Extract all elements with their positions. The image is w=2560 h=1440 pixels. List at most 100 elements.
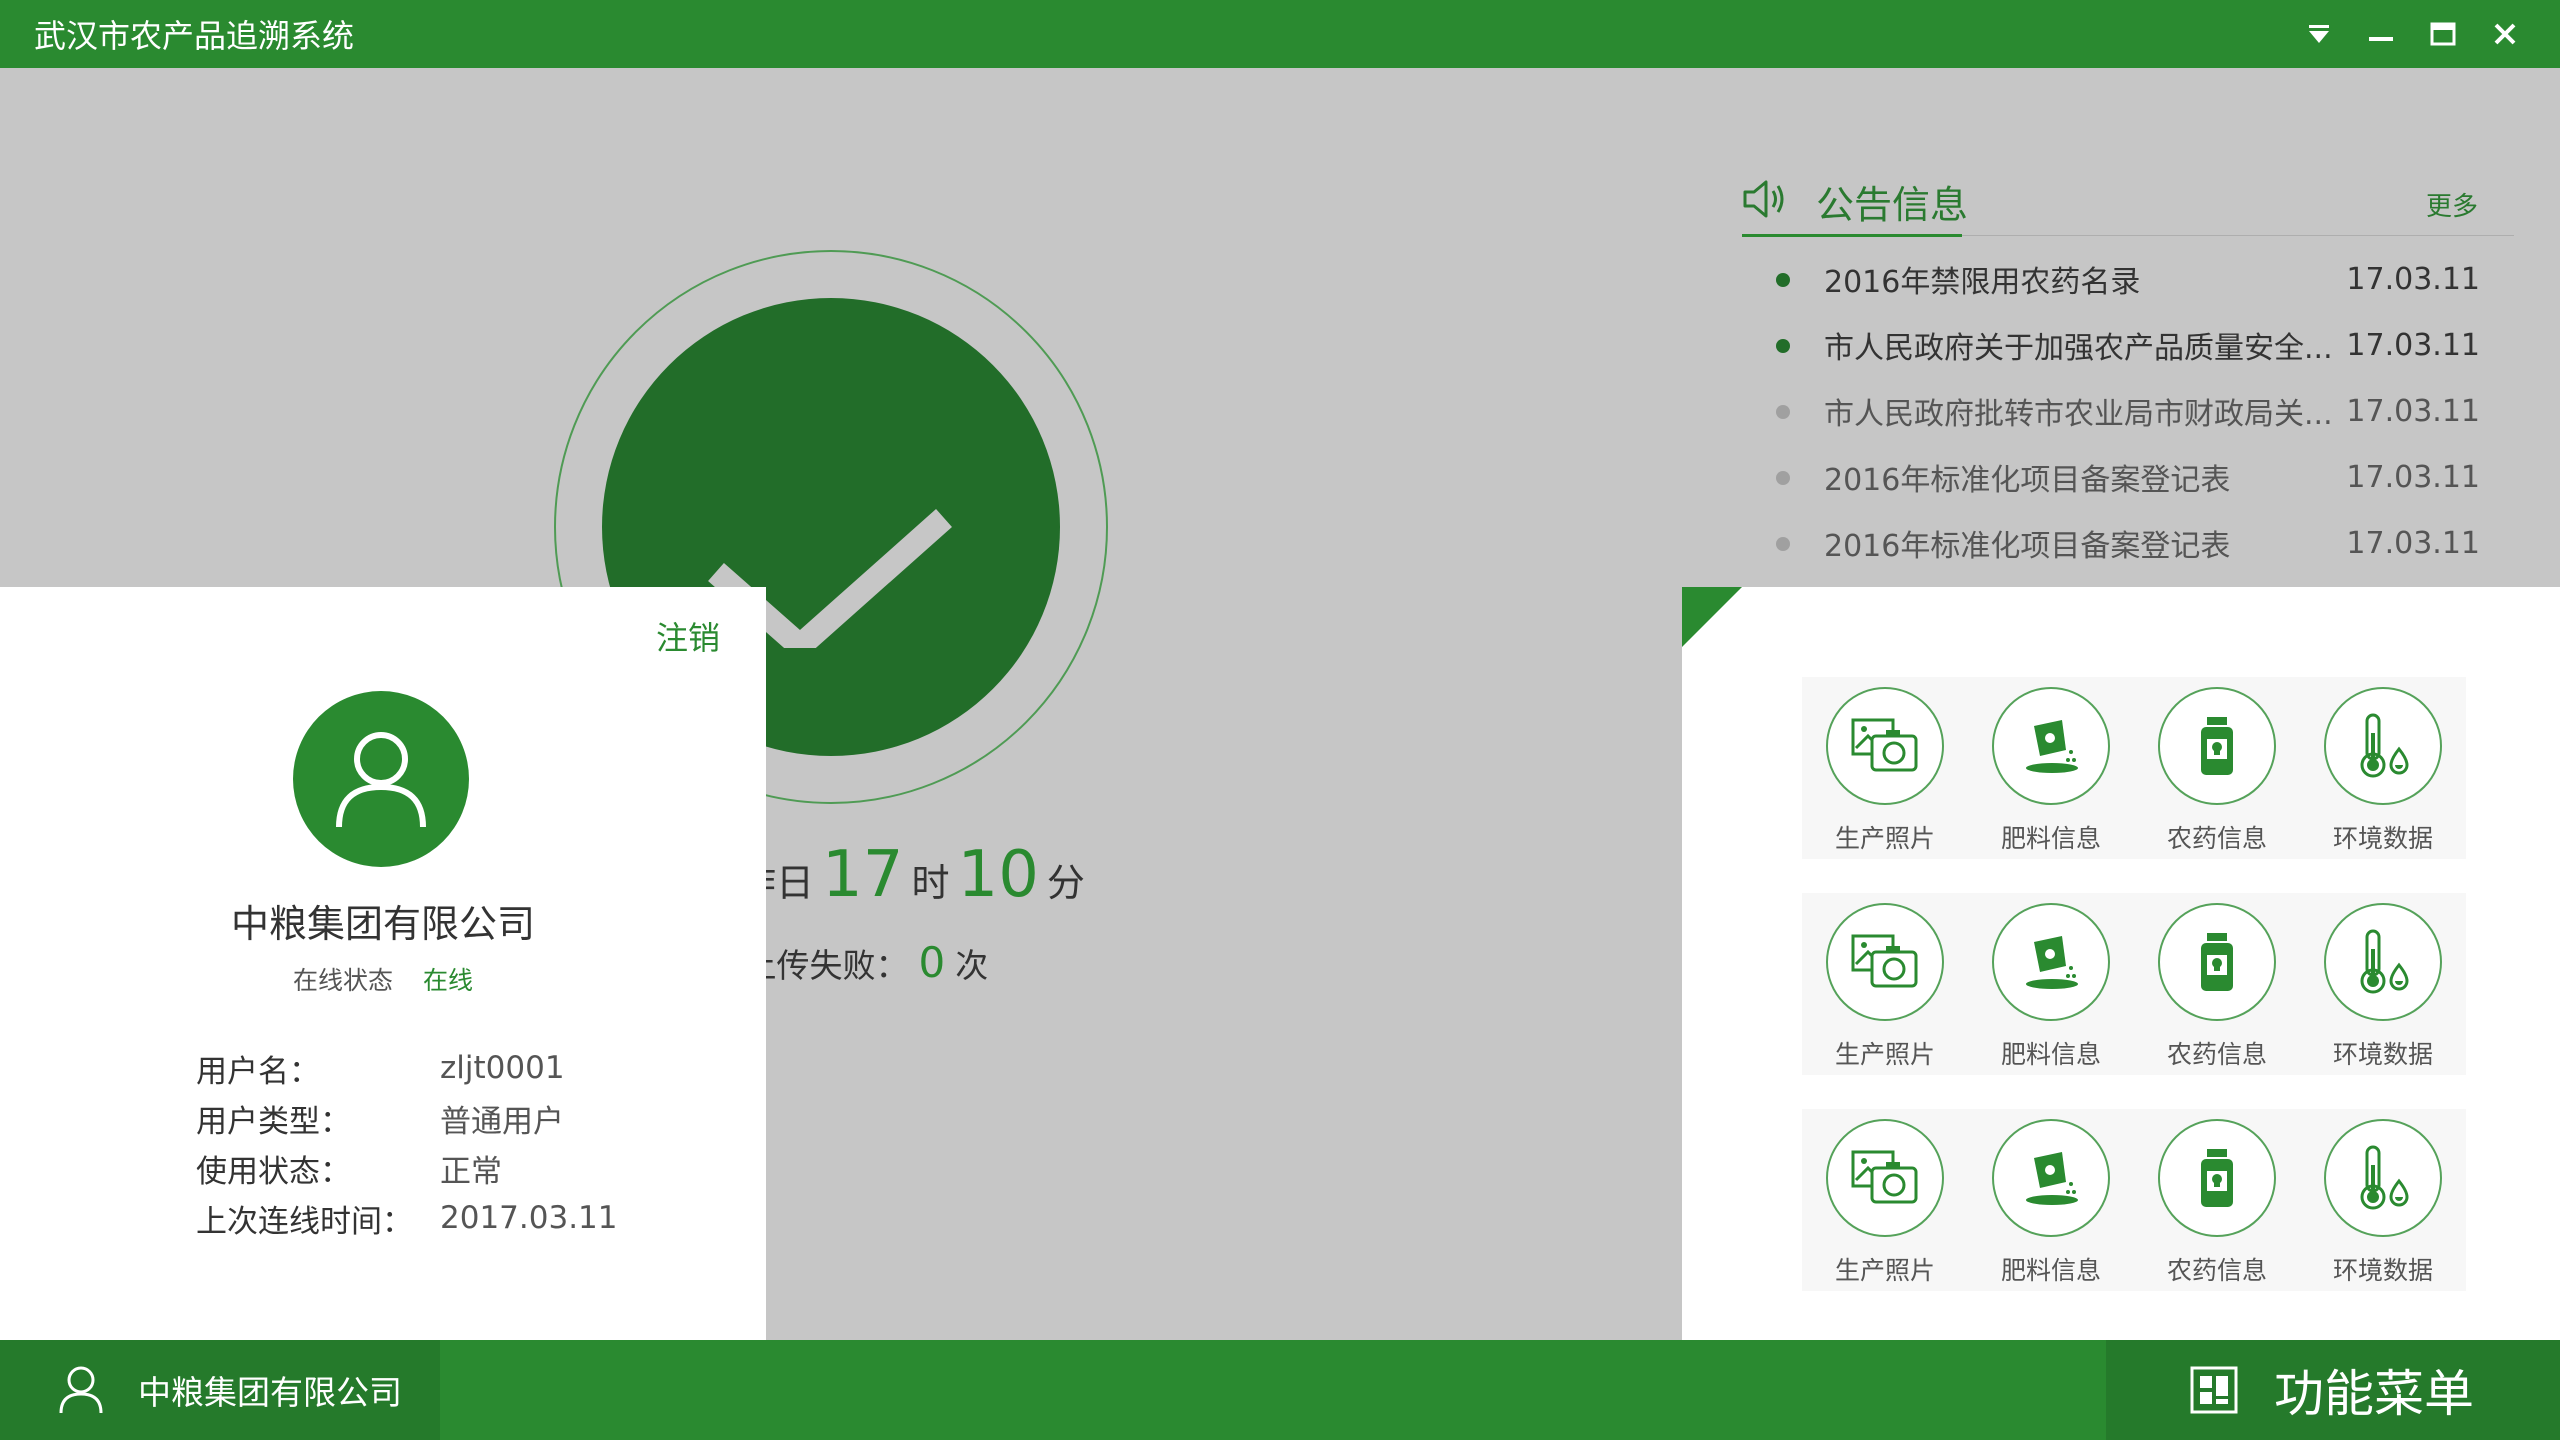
- function-panel: 生产照片 肥料信息 农药信息 环境数据 生产照片 肥料信息 农药信息 环境数据 生产照片 肥料信息…: [1682, 587, 2560, 1340]
- function-tile[interactable]: 肥料信息: [1968, 677, 2134, 859]
- notice-list: 2016年禁限用农药名录 17.03.11 市人民政府关于加强农产品质量安全... 1…: [1742, 246, 2514, 576]
- function-tile-label: 环境数据: [2332, 1256, 2433, 1285]
- user-icon: [336, 732, 426, 828]
- user-info-value: 正常: [440, 1153, 502, 1190]
- function-tile-label: 生产照片: [1834, 1256, 1935, 1285]
- bottom-user-name: 中粮集团有限公司: [138, 1373, 402, 1412]
- notice-item-title: 市人民政府批转市农业局市财政局关...: [1824, 397, 2333, 432]
- user-info-value: 2017.03.11: [440, 1200, 618, 1236]
- function-tile[interactable]: 环境数据: [2300, 677, 2466, 859]
- notice-item[interactable]: 2016年标准化项目备案登记表 17.03.11: [1742, 444, 2514, 510]
- online-minutes: 10: [957, 838, 1039, 912]
- function-tile[interactable]: 环境数据: [2300, 1109, 2466, 1291]
- bottom-user-button[interactable]: 中粮集团有限公司: [0, 1340, 440, 1440]
- app-title: 武汉市农产品追溯系统: [34, 17, 355, 55]
- user-card: 注销 中粮集团有限公司 在线状态 在线 用户名： zljt0001 用户类型： 普通用户…: [0, 587, 766, 1340]
- function-tile-label: 农药信息: [2166, 824, 2267, 853]
- function-row: 生产照片 肥料信息 农药信息 环境数据: [1802, 893, 2466, 1075]
- notice-dot: [1776, 471, 1790, 485]
- function-tile[interactable]: 农药信息: [2134, 1109, 2300, 1291]
- function-row: 生产照片 肥料信息 农药信息 环境数据: [1802, 677, 2466, 859]
- fertilizer-icon: [1992, 1119, 2110, 1237]
- notice-more-link[interactable]: 更多: [2426, 186, 2478, 223]
- notice-item[interactable]: 2016年禁限用农药名录 17.03.11: [1742, 246, 2514, 312]
- close-button[interactable]: [2474, 0, 2536, 68]
- corner-marker: [1682, 587, 1742, 647]
- function-tile-label: 环境数据: [2332, 1040, 2433, 1069]
- notice-item-date: 17.03.11: [2346, 327, 2480, 363]
- speaker-icon: [1743, 180, 1784, 218]
- hour-unit: 时: [911, 861, 950, 905]
- dropdown-icon: [2309, 25, 2329, 43]
- function-tile-label: 农药信息: [2166, 1040, 2267, 1069]
- fertilizer-icon: [1992, 687, 2110, 805]
- window-controls: [2288, 0, 2536, 68]
- logout-link[interactable]: 注销: [656, 613, 720, 659]
- minimize-button[interactable]: [2350, 0, 2412, 68]
- notice-dot: [1776, 339, 1790, 353]
- user-info-label: 上次连线时间：: [196, 1203, 413, 1240]
- function-tile[interactable]: 环境数据: [2300, 893, 2466, 1075]
- notice-item[interactable]: 2016年标准化项目备案登记表 17.03.11: [1742, 510, 2514, 576]
- avatar: [293, 691, 469, 867]
- user-info-label: 使用状态：: [196, 1153, 351, 1190]
- function-tile[interactable]: 肥料信息: [1968, 893, 2134, 1075]
- title-bar: 武汉市农产品追溯系统: [0, 0, 2560, 68]
- notice-item[interactable]: 市人民政府批转市农业局市财政局关... 17.03.11: [1742, 378, 2514, 444]
- notice-title: 公告信息: [1816, 183, 1969, 227]
- thermometer-icon: [2324, 1119, 2442, 1237]
- online-hours: 17: [822, 838, 904, 912]
- function-tile[interactable]: 生产照片: [1802, 677, 1968, 859]
- notice-header: 公告信息 更多: [1742, 170, 2514, 237]
- thermometer-icon: [2324, 687, 2442, 805]
- pesticide-icon: [2158, 903, 2276, 1021]
- fail-count: 0: [918, 938, 946, 987]
- maximize-icon: [2430, 22, 2456, 46]
- function-tile[interactable]: 农药信息: [2134, 677, 2300, 859]
- function-menu-button[interactable]: 功能菜单: [2106, 1340, 2560, 1440]
- user-outline-icon: [59, 1366, 103, 1414]
- function-row: 生产照片 肥料信息 农药信息 环境数据: [1802, 1109, 2466, 1291]
- function-tile[interactable]: 农药信息: [2134, 893, 2300, 1075]
- notice-item-date: 17.03.11: [2346, 393, 2480, 429]
- camera-icon: [1826, 1119, 1944, 1237]
- fertilizer-icon: [1992, 903, 2110, 1021]
- online-status-value: 在线: [423, 966, 474, 995]
- user-info-label: 用户类型：: [196, 1103, 351, 1140]
- user-info-row: 用户类型： 普通用户: [196, 1093, 618, 1143]
- camera-icon: [1826, 687, 1944, 805]
- main-area: 在昨日17时10分 次 上传失败：0次 公告信息 更多 2016年禁限用农药名录…: [0, 68, 2560, 1340]
- function-tile-label: 肥料信息: [2000, 824, 2101, 853]
- maximize-button[interactable]: [2412, 0, 2474, 68]
- notice-item-date: 17.03.11: [2346, 459, 2480, 495]
- function-menu-label: 功能菜单: [2274, 1365, 2474, 1423]
- user-info-row: 上次连线时间： 2017.03.11: [196, 1193, 618, 1243]
- function-tile-label: 肥料信息: [2000, 1256, 2101, 1285]
- notice-item-title: 2016年禁限用农药名录: [1824, 265, 2141, 300]
- fail-label: 上传失败：: [743, 946, 909, 985]
- company-name: 中粮集团有限公司: [230, 902, 535, 946]
- notice-item-title: 市人民政府关于加强农产品质量安全...: [1824, 331, 2333, 366]
- notice-item-date: 17.03.11: [2346, 261, 2480, 297]
- pesticide-icon: [2158, 1119, 2276, 1237]
- function-tile[interactable]: 肥料信息: [1968, 1109, 2134, 1291]
- grid-menu-icon: [2190, 1366, 2238, 1414]
- function-tile-label: 生产照片: [1834, 824, 1935, 853]
- dropdown-menu-button[interactable]: [2288, 0, 2350, 68]
- camera-icon: [1826, 903, 1944, 1021]
- online-status: 在线状态 在线: [0, 961, 766, 997]
- notice-item-title: 2016年标准化项目备案登记表: [1824, 529, 2231, 564]
- notice-panel: 公告信息 更多 2016年禁限用农药名录 17.03.11 市人民政府关于加强农产品…: [1742, 170, 2514, 576]
- function-tile-label: 农药信息: [2166, 1256, 2267, 1285]
- notice-dot: [1776, 537, 1790, 551]
- thermometer-icon: [2324, 903, 2442, 1021]
- notice-dot: [1776, 405, 1790, 419]
- bottom-bar: 中粮集团有限公司 功能菜单: [0, 1340, 2560, 1440]
- function-tile[interactable]: 生产照片: [1802, 1109, 1968, 1291]
- notice-item[interactable]: 市人民政府关于加强农产品质量安全... 17.03.11: [1742, 312, 2514, 378]
- minimize-icon: [2369, 37, 2393, 41]
- user-info-row: 使用状态： 正常: [196, 1143, 618, 1193]
- function-tile[interactable]: 生产照片: [1802, 893, 1968, 1075]
- user-info-value: 普通用户: [440, 1103, 564, 1140]
- close-icon: [2494, 23, 2516, 45]
